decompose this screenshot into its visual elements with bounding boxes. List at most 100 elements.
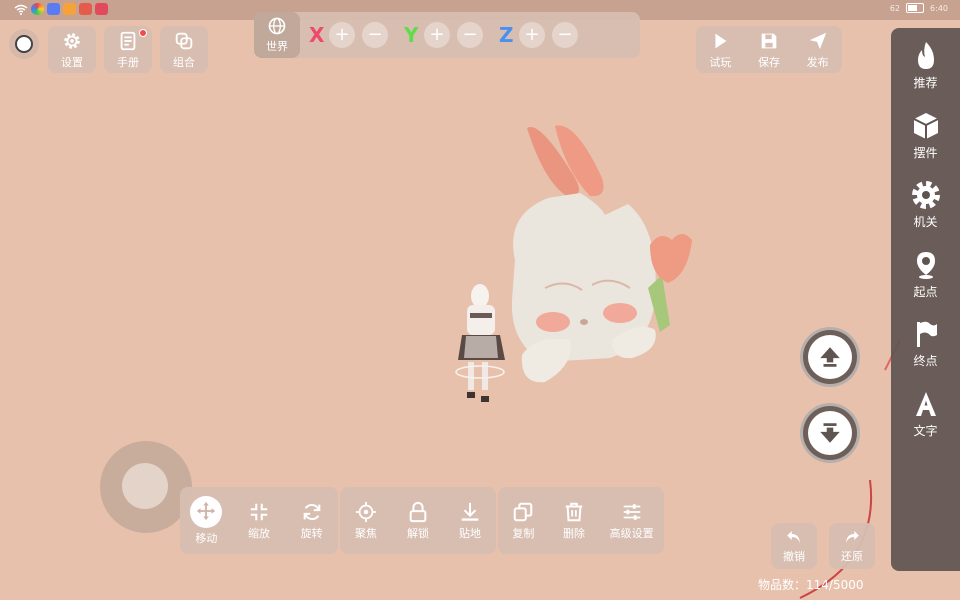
unlock-label: 解锁 — [407, 526, 429, 540]
undo-label: 撤销 — [783, 550, 805, 563]
axis-toolbar: 世界 X + − Y + − Z + − — [254, 12, 640, 58]
axis-x-label: X — [309, 23, 325, 47]
app-icon-2 — [47, 3, 60, 15]
advanced-settings-button[interactable]: 高级设置 — [601, 501, 663, 541]
battery-percent: 62 — [889, 3, 901, 13]
category-sidebar: 推荐 摆件 机关 起点 终点 文字 — [891, 28, 960, 571]
sidebar-item-label: 推荐 — [913, 76, 938, 90]
app-icon-4 — [79, 3, 92, 15]
ground-button[interactable]: 贴地 — [446, 501, 494, 541]
play-icon — [715, 33, 727, 48]
gear-icon — [64, 32, 80, 49]
status-icons — [14, 3, 108, 15]
move-label: 移动 — [195, 531, 218, 545]
focus-label: 聚焦 — [355, 526, 377, 540]
bunny-body — [511, 193, 656, 362]
redo-label: 还原 — [841, 550, 863, 563]
sidebar-item-label: 终点 — [913, 354, 938, 368]
publish-label: 发布 — [806, 55, 829, 69]
rotate-label: 旋转 — [300, 526, 323, 540]
world-label: 世界 — [266, 40, 288, 53]
save-icon — [761, 33, 777, 48]
unlock-button[interactable]: 解锁 — [394, 501, 442, 541]
lock-icon — [409, 501, 427, 522]
z-minus-button[interactable]: − — [552, 22, 578, 48]
move-button[interactable]: 移动 — [182, 495, 230, 546]
y-plus-button[interactable]: + — [424, 22, 450, 48]
z-plus-button[interactable]: + — [519, 22, 545, 48]
redo-button[interactable]: 还原 — [829, 523, 875, 569]
copy-button[interactable]: 复制 — [499, 501, 547, 541]
sidebar-item-text[interactable]: 文字 — [910, 388, 942, 458]
send-icon — [809, 32, 826, 49]
y-minus-button[interactable]: − — [457, 22, 483, 48]
world-space-button[interactable]: 世界 — [254, 12, 300, 58]
scale-icon — [250, 503, 268, 520]
save-button[interactable]: 保存 — [758, 30, 780, 70]
arrow-up-icon — [820, 347, 840, 367]
pin-icon — [916, 251, 935, 279]
bunny-ear-left — [527, 127, 579, 198]
sidebar-item-label: 摆件 — [913, 145, 938, 160]
flag-icon — [916, 321, 937, 347]
sliders-icon — [623, 503, 640, 520]
sidebar-item-ornament[interactable]: 摆件 — [910, 110, 942, 180]
wifi-icon — [14, 4, 28, 15]
record-button[interactable] — [9, 29, 39, 59]
settings-button[interactable]: 设置 — [48, 26, 96, 73]
group-icon — [175, 32, 193, 49]
record-icon — [15, 35, 33, 53]
position-group: 聚焦 解锁 贴地 — [340, 487, 496, 554]
move-up-button[interactable] — [800, 327, 860, 387]
sidebar-item-label: 机关 — [913, 215, 938, 229]
edit-group: 复制 删除 高级设置 — [498, 487, 664, 554]
sidebar-item-label: 起点 — [913, 284, 938, 299]
copy-icon — [514, 502, 533, 521]
scale-button[interactable]: 缩放 — [235, 501, 283, 541]
copy-label: 复制 — [512, 526, 535, 540]
notification-dot — [139, 29, 147, 37]
gear-icon — [911, 181, 940, 209]
publish-button[interactable]: 发布 — [807, 30, 829, 70]
undo-button[interactable]: 撤销 — [771, 523, 817, 569]
arrow-down-icon — [820, 423, 840, 443]
rotate-button[interactable]: 旋转 — [288, 501, 336, 541]
app-icon-3 — [63, 3, 76, 15]
move-down-button[interactable] — [800, 403, 860, 463]
redo-icon — [846, 531, 859, 543]
sidebar-item-finish[interactable]: 终点 — [910, 318, 942, 388]
sidebar-item-label: 文字 — [913, 423, 938, 438]
move-icon — [197, 501, 216, 520]
flame-icon — [917, 42, 934, 69]
advanced-label: 高级设置 — [609, 526, 654, 540]
delete-button[interactable]: 删除 — [550, 501, 598, 541]
cube-icon — [913, 112, 938, 139]
x-plus-button[interactable]: + — [329, 22, 355, 48]
app-icon-5 — [95, 3, 108, 15]
x-minus-button[interactable]: − — [362, 22, 388, 48]
sidebar-item-recommend[interactable]: 推荐 — [910, 40, 942, 110]
sidebar-item-mechanism[interactable]: 机关 — [910, 179, 942, 249]
rotate-icon — [303, 503, 320, 520]
settings-label: 设置 — [61, 55, 83, 69]
globe-icon — [268, 17, 286, 35]
try-label: 试玩 — [709, 55, 732, 69]
axis-y-label: Y — [404, 23, 419, 47]
focus-button[interactable]: 聚焦 — [342, 501, 390, 541]
status-right: 62 6:40 — [890, 3, 948, 13]
crosshair-icon — [355, 501, 377, 522]
group-button[interactable]: 组合 — [160, 26, 208, 73]
app-icon-1 — [31, 3, 44, 15]
save-label: 保存 — [757, 55, 780, 69]
ground-icon — [461, 502, 479, 521]
text-icon — [915, 391, 936, 416]
clock: 6:40 — [930, 3, 948, 13]
bunny-ear-right — [555, 125, 604, 197]
manual-label: 手册 — [117, 55, 139, 69]
joystick-knob[interactable] — [122, 463, 168, 509]
scale-label: 缩放 — [247, 526, 270, 540]
trash-icon — [565, 502, 583, 521]
try-play-button[interactable]: 试玩 — [709, 30, 731, 70]
undo-icon — [787, 531, 800, 543]
sidebar-item-start[interactable]: 起点 — [910, 249, 942, 319]
